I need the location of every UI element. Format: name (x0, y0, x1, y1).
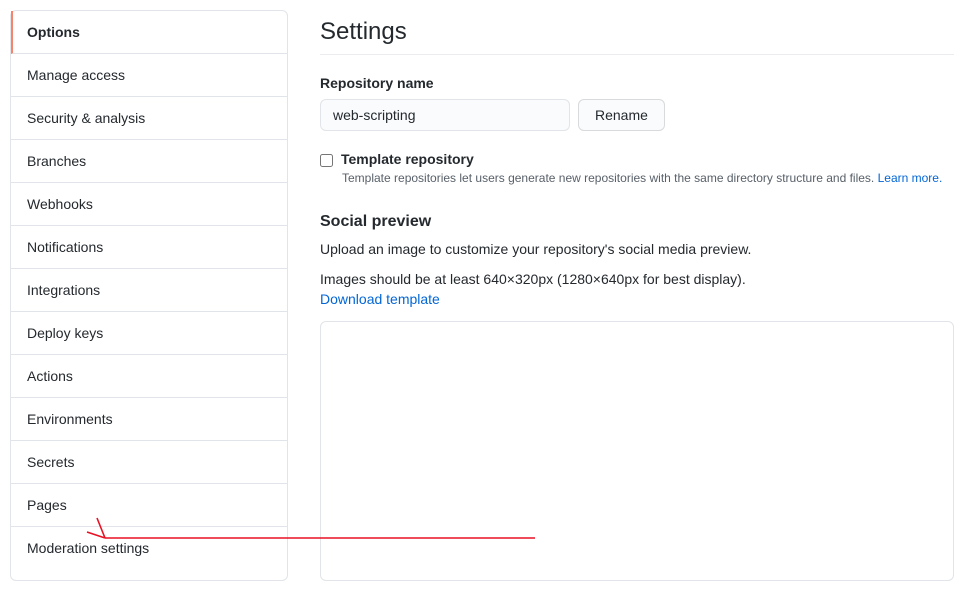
sidebar-item-secrets[interactable]: Secrets (11, 441, 287, 484)
sidebar-item-label: Integrations (27, 282, 100, 298)
sidebar-item-branches[interactable]: Branches (11, 140, 287, 183)
sidebar-item-label: Deploy keys (27, 325, 103, 341)
sidebar-item-label: Options (27, 24, 80, 40)
rename-button[interactable]: Rename (578, 99, 665, 131)
sidebar-item-label: Pages (27, 497, 67, 513)
template-repo-help: Template repositories let users generate… (342, 171, 954, 185)
sidebar-item-deploy-keys[interactable]: Deploy keys (11, 312, 287, 355)
sidebar-item-label: Actions (27, 368, 73, 384)
social-preview-upload-box[interactable] (320, 321, 954, 581)
sidebar-item-webhooks[interactable]: Webhooks (11, 183, 287, 226)
sidebar-item-label: Webhooks (27, 196, 93, 212)
settings-sidebar: Options Manage access Security & analysi… (10, 10, 288, 581)
sidebar-item-options[interactable]: Options (11, 11, 287, 54)
social-preview-heading: Social preview (320, 213, 954, 231)
repo-name-label: Repository name (320, 75, 954, 91)
sidebar-item-manage-access[interactable]: Manage access (11, 54, 287, 97)
page-title: Settings (320, 18, 954, 55)
template-repo-checkbox[interactable] (320, 154, 333, 167)
learn-more-link[interactable]: Learn more. (878, 171, 943, 185)
sidebar-item-moderation-settings[interactable]: Moderation settings (11, 527, 287, 569)
template-repo-label: Template repository (341, 151, 474, 167)
sidebar-item-label: Security & analysis (27, 110, 145, 126)
sidebar-item-label: Branches (27, 153, 86, 169)
social-preview-text-2: Images should be at least 640×320px (128… (320, 271, 954, 287)
download-template-link[interactable]: Download template (320, 291, 440, 307)
settings-main: Settings Repository name Rename Template… (288, 10, 954, 581)
sidebar-item-actions[interactable]: Actions (11, 355, 287, 398)
sidebar-item-pages[interactable]: Pages (11, 484, 287, 527)
social-preview-text-1: Upload an image to customize your reposi… (320, 241, 954, 257)
sidebar-item-label: Manage access (27, 67, 125, 83)
sidebar-item-label: Environments (27, 411, 113, 427)
sidebar-item-label: Secrets (27, 454, 74, 470)
sidebar-item-notifications[interactable]: Notifications (11, 226, 287, 269)
sidebar-item-integrations[interactable]: Integrations (11, 269, 287, 312)
sidebar-item-label: Notifications (27, 239, 103, 255)
sidebar-item-security-analysis[interactable]: Security & analysis (11, 97, 287, 140)
repo-name-input[interactable] (320, 99, 570, 131)
sidebar-item-environments[interactable]: Environments (11, 398, 287, 441)
sidebar-item-label: Moderation settings (27, 540, 149, 556)
